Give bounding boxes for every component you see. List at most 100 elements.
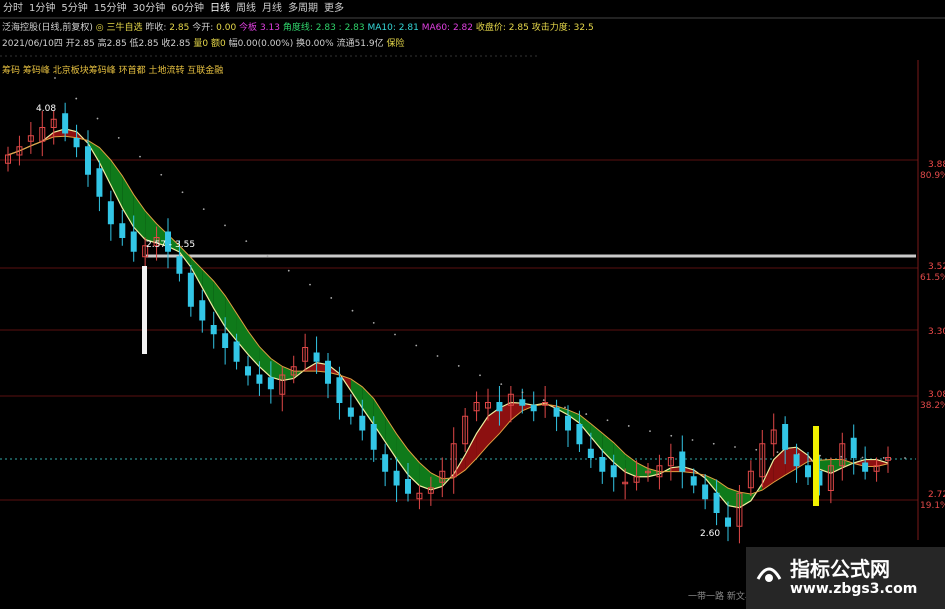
trend-dot [649,430,651,433]
trend-dot [479,374,481,377]
ma-band-segment [625,453,637,477]
candle-body [725,517,731,527]
candle-body [199,300,206,321]
trend-dot [202,208,205,211]
candle-body [176,256,183,274]
candle-body [587,448,594,458]
candle-body [805,465,811,478]
close-label: 收盘价: [475,23,506,33]
trend-dot [755,448,758,451]
trend-dot [75,97,78,100]
candle-body [382,454,389,472]
trend-dot [500,383,503,386]
trend-dot [415,344,418,347]
ma-band-segment [122,175,134,228]
angle-line-label: 角度线: [282,23,313,33]
candle-body [96,168,103,197]
candle-body [405,479,411,494]
candle-body [713,492,720,513]
candle-body [496,402,503,412]
change-text: 幅0.00(0.00%) [228,39,294,49]
trend-dot [309,283,311,286]
trend-dot [139,155,141,158]
close-value: 2.85 [508,23,529,33]
candle-body [702,484,709,500]
trend-dot [394,333,396,336]
candle-body [393,470,400,486]
ma10-value: MA10: 2.81 [367,23,419,33]
period-toolbar: 分时 1分钟 5分钟 15分钟 30分钟 60分钟 日线 周线 月线 多周期 更多 [0,0,344,18]
site-logo-icon [756,567,782,582]
prev-close-value: 2.85 [169,23,190,33]
candle-body [222,333,229,348]
trend-dot [840,455,843,458]
quote-info-line: 泛海控股(日线,前复权) ◎ 三牛自选 昨收: 2.85 今开: 0.00 今板… [2,22,594,34]
trend-dot [797,453,800,455]
candle-body [267,377,274,390]
candle-body [62,113,69,134]
signal-bar-yellow [813,426,819,506]
trend-dot [564,406,566,409]
prev-close-label: 昨收: [145,23,167,33]
candle-body [256,374,263,384]
ohlc-text: 2021/06/10四 开2.85 高2.85 低2.85 收2.85 [2,39,191,49]
period-tab-4[interactable]: 30分钟 [129,0,168,18]
candle-body [519,399,526,406]
stock-name[interactable]: 泛海控股(日线,前复权) [2,23,93,33]
candle-body [576,424,583,445]
signal-bar-white [142,266,147,354]
trend-dot [266,255,269,258]
period-tab-7[interactable]: 周线 [233,0,259,18]
trend-dot [734,446,736,448]
period-tab-8[interactable]: 月线 [259,0,285,18]
trend-dot [861,456,864,459]
trend-dot [882,456,885,459]
angle-line-value: 2.83 : 2.83 [315,23,365,33]
period-tab-6[interactable]: 日线 [207,0,233,18]
trend-dot [542,399,545,402]
trend-dot [457,365,460,367]
period-tab-0[interactable]: 分时 [0,0,26,18]
candle-body [530,404,537,412]
period-tab-5[interactable]: 60分钟 [168,0,207,18]
candle-body [313,352,320,362]
candle-body [325,360,331,384]
period-tab-10[interactable]: 更多 [321,0,347,18]
period-tab-2[interactable]: 5分钟 [58,0,90,18]
axis-price-0: 3.88 [928,160,945,170]
candle-body [553,407,560,417]
trend-dot [436,355,439,357]
candle-body [850,437,857,458]
float-text: 流通51.9亿 [336,39,384,49]
watermark-title: 指标公式网 [790,557,890,581]
candle-body [347,407,354,417]
candle-body [565,415,571,431]
candle-body [245,366,251,376]
period-tab-1[interactable]: 1分钟 [26,0,58,18]
candle-body [336,377,343,403]
force-label: 攻击力度: [531,23,571,33]
period-tab-3[interactable]: 15分钟 [91,0,130,18]
trend-dot [245,240,248,243]
candle-body [610,465,617,478]
ma60-value: MA60: 2.82 [421,23,473,33]
period-tab-9[interactable]: 多周期 [285,0,321,18]
candle-body [793,454,800,467]
candle-body [119,223,126,238]
trend-dot [117,136,120,139]
trend-dot [96,117,99,120]
trend-dot [904,457,906,459]
candle-body [679,451,686,472]
stock-chart-app: 分时 1分钟 5分钟 15分钟 30分钟 60分钟 日线 周线 月线 多周期 更多 泛海控股(日线,… [0,0,945,609]
candle-body [862,462,869,472]
candlestick-chart[interactable] [0,0,945,609]
trend-dot [372,321,375,324]
candle-body [107,201,114,225]
trend-dot [585,413,588,415]
ma-band-segment [396,433,408,475]
axis-price-1: 3.52 [928,262,945,272]
ma-band-segment [830,459,843,474]
trend-dot [181,191,184,194]
trend-dot [691,439,694,441]
candle-body [690,476,697,486]
